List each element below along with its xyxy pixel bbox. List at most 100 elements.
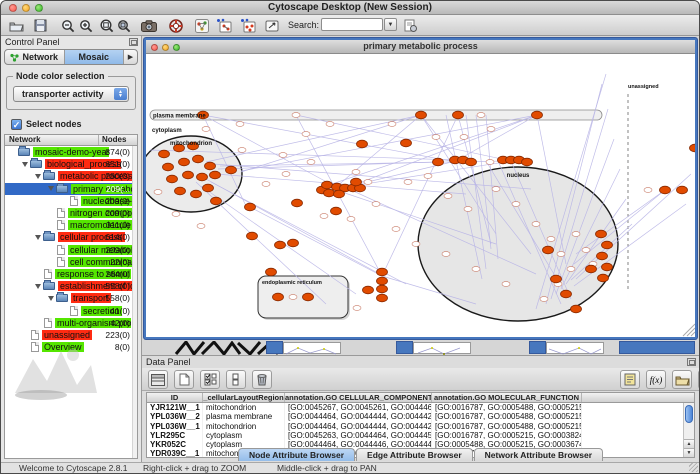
network-node-unselected[interactable] <box>512 202 520 207</box>
network-node[interactable] <box>211 197 222 205</box>
snapshot-icon[interactable] <box>140 17 158 34</box>
table-column-header[interactable]: annotation.GO MOLECULAR_FUNCTION <box>432 393 582 402</box>
network-node-unselected[interactable] <box>307 160 315 165</box>
table-row[interactable]: YPL036W__1mitochondrion[GO:0044464, GO:0… <box>147 422 694 431</box>
search-input[interactable] <box>321 18 383 31</box>
network-node[interactable] <box>322 181 333 189</box>
import-attributes-icon[interactable] <box>672 370 692 389</box>
network-frame-titlebar[interactable]: primary metabolic process <box>146 40 695 54</box>
zoom-selected-icon[interactable] <box>115 17 133 34</box>
network-node-unselected[interactable] <box>352 170 360 175</box>
network-node[interactable] <box>226 166 237 174</box>
network-node-unselected[interactable] <box>404 180 412 185</box>
expand-triangle-icon[interactable] <box>35 284 41 289</box>
network-view-icon[interactable] <box>193 17 211 34</box>
network-node-unselected[interactable] <box>477 113 485 118</box>
resize-grip[interactable] <box>689 463 698 472</box>
tree-row[interactable]: biological_process651(0) <box>5 158 132 170</box>
unselect-attributes-icon[interactable] <box>226 370 246 389</box>
network-node-unselected[interactable] <box>557 252 565 257</box>
network-node[interactable] <box>433 158 444 166</box>
network-node[interactable] <box>551 275 562 283</box>
network-node[interactable] <box>266 268 277 276</box>
tree-row[interactable]: mosaic-demo-yeast874(0) <box>5 146 132 158</box>
network-node[interactable] <box>159 150 170 158</box>
network-node-unselected[interactable] <box>532 222 540 227</box>
network-node[interactable] <box>303 293 314 301</box>
annotation-icon[interactable] <box>263 17 281 34</box>
network-node-unselected[interactable] <box>644 188 652 193</box>
network-node[interactable] <box>377 268 388 276</box>
network-node[interactable] <box>522 158 533 166</box>
network-node-unselected[interactable] <box>353 306 361 311</box>
network-node-unselected[interactable] <box>432 135 440 140</box>
network-node[interactable] <box>191 190 202 198</box>
tree-row[interactable]: response to stimul264(0) <box>5 268 132 280</box>
network-node-unselected[interactable] <box>412 242 420 247</box>
network-node[interactable] <box>453 111 464 119</box>
network-node-unselected[interactable] <box>320 214 328 219</box>
zoom-out-icon[interactable] <box>59 17 77 34</box>
background-frame-thumb[interactable] <box>546 342 604 354</box>
network-node[interactable] <box>363 286 374 294</box>
network-node-unselected[interactable] <box>279 153 287 158</box>
tree-row[interactable]: establishment of lo558(0) <box>5 280 132 292</box>
network-node[interactable] <box>210 171 221 179</box>
show-selection-icon[interactable] <box>239 17 257 34</box>
network-node[interactable] <box>596 230 607 238</box>
network-node[interactable] <box>586 265 597 273</box>
network-node[interactable] <box>571 305 582 313</box>
expand-triangle-icon[interactable] <box>35 235 41 240</box>
network-node[interactable] <box>401 139 412 147</box>
network-node[interactable] <box>466 158 477 166</box>
float-panel-icon[interactable] <box>687 358 696 366</box>
network-node[interactable] <box>377 294 388 302</box>
network-node-unselected[interactable] <box>282 172 290 177</box>
network-node-unselected[interactable] <box>460 135 468 140</box>
tree-row[interactable]: macromolecule311(0) <box>5 219 132 231</box>
network-node[interactable] <box>416 111 427 119</box>
network-node-unselected[interactable] <box>364 180 372 185</box>
tree-row[interactable]: cellular metabol209(0) <box>5 244 132 256</box>
network-node-unselected[interactable] <box>388 122 396 127</box>
network-canvas[interactable]: plasma membranecytoplasmmitochondrionnuc… <box>146 54 695 337</box>
network-node-unselected[interactable] <box>262 182 270 187</box>
tree-row[interactable]: unassigned223(0) <box>5 329 132 341</box>
network-node-unselected[interactable] <box>236 122 244 127</box>
network-node-unselected[interactable] <box>502 282 510 287</box>
network-node[interactable] <box>602 263 613 271</box>
tab-network[interactable]: Network <box>5 50 65 64</box>
network-node-unselected[interactable] <box>486 160 494 165</box>
background-frame-icon[interactable] <box>266 341 283 354</box>
network-node[interactable] <box>205 162 216 170</box>
tab-network-attribute-browser[interactable]: Network Attribute Browser <box>474 448 603 461</box>
tree-row[interactable]: cell communicat22(0) <box>5 256 132 268</box>
network-node[interactable] <box>175 187 186 195</box>
tree-row[interactable]: cellular process614(0) <box>5 231 132 243</box>
network-node[interactable] <box>245 203 256 211</box>
tree-scrollbar[interactable] <box>132 146 137 458</box>
network-node[interactable] <box>197 173 208 181</box>
network-node[interactable] <box>598 274 609 282</box>
network-node[interactable] <box>602 241 613 249</box>
network-node-unselected[interactable] <box>347 217 355 222</box>
network-node[interactable] <box>677 186 688 194</box>
background-frame-thumb[interactable] <box>283 342 341 354</box>
network-node-unselected[interactable] <box>289 295 297 300</box>
network-node[interactable] <box>597 252 608 260</box>
network-node-unselected[interactable] <box>202 127 210 132</box>
expand-triangle-icon[interactable] <box>48 186 54 191</box>
tab-overflow-arrow-icon[interactable]: ▶ <box>124 50 137 64</box>
tree-column-nodes[interactable]: Nodes <box>99 135 137 145</box>
select-attributes-icon[interactable] <box>200 370 220 389</box>
network-node[interactable] <box>292 199 303 207</box>
tree-row[interactable]: multi-organism pro42(0) <box>5 317 132 329</box>
table-column-header[interactable]: _cellularLayoutRegion <box>203 393 285 402</box>
tree-row[interactable]: primary metabol209(... <box>5 183 132 195</box>
network-node-unselected[interactable] <box>302 132 310 137</box>
table-column-header[interactable]: annotation.GO CELLULAR_COMPONENT <box>285 393 432 402</box>
network-node[interactable] <box>561 290 572 298</box>
background-frame-icon[interactable] <box>529 341 546 354</box>
network-node[interactable] <box>377 277 388 285</box>
network-node[interactable] <box>247 232 258 240</box>
